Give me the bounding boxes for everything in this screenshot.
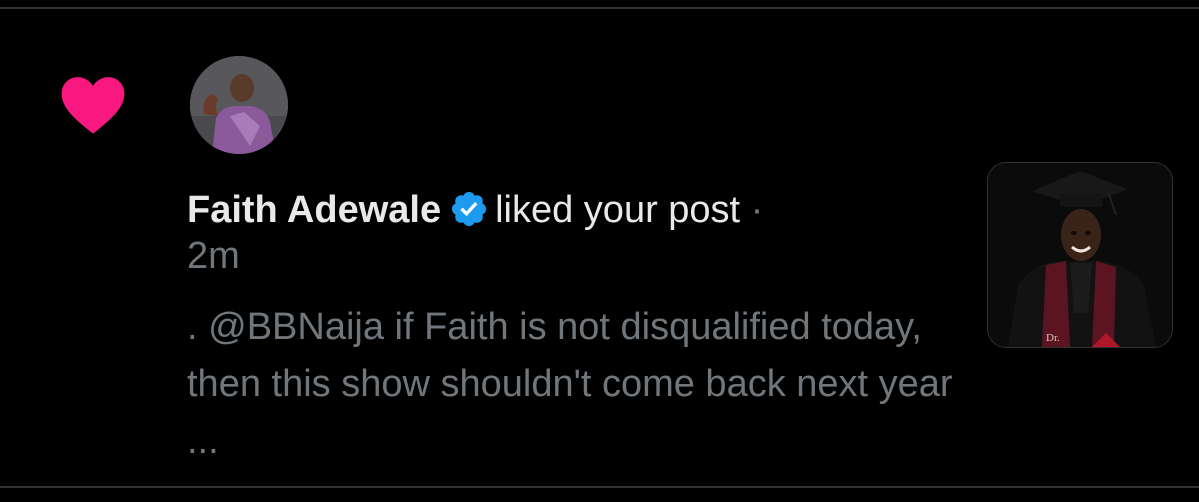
timestamp: 2m xyxy=(187,235,240,278)
notification-headline: Faith Adewale liked your post · 2m xyxy=(187,187,907,280)
separator-dot: · xyxy=(750,189,764,231)
post-preview-text[interactable]: . @BBNaija if Faith is not disqualified … xyxy=(187,299,967,470)
action-text: liked your post xyxy=(495,189,741,231)
heart-icon xyxy=(61,77,125,134)
bottom-divider xyxy=(0,486,1199,488)
verified-badge-icon xyxy=(452,191,487,227)
notification-item[interactable]: Faith Adewale liked your post · 2m . @BB… xyxy=(0,9,1199,486)
post-thumbnail[interactable]: Dr. xyxy=(988,163,1172,347)
actor-name[interactable]: Faith Adewale xyxy=(187,189,441,231)
avatar[interactable] xyxy=(190,56,288,154)
svg-text:Dr.: Dr. xyxy=(1046,332,1060,344)
